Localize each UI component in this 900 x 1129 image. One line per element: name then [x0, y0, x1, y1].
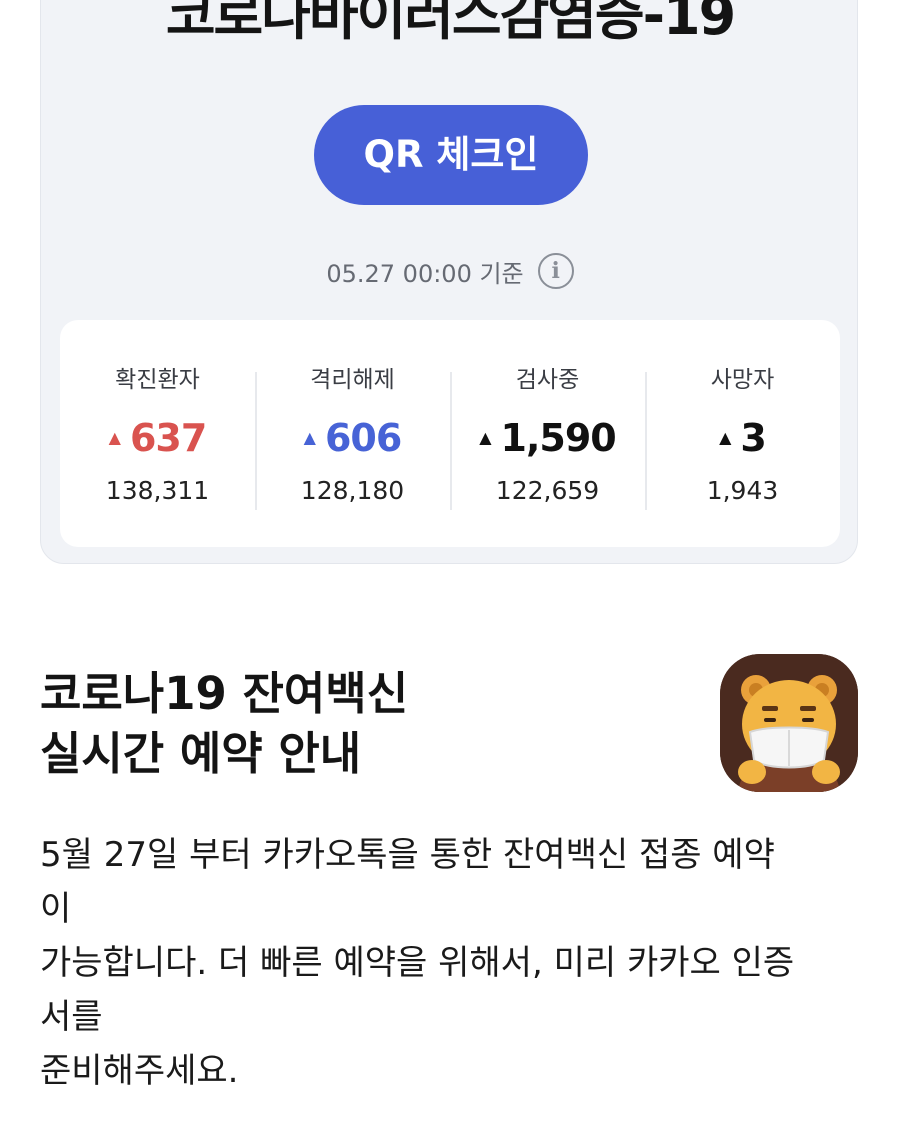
stat-confirmed[interactable]: 확진환자 ▲ 637 138,311: [60, 320, 255, 547]
body-line: 가능합니다. 더 빠른 예약을 위해서, 미리 카카오 인증: [40, 943, 795, 983]
stat-total: 138,311: [105, 476, 210, 505]
stat-released[interactable]: 격리해제 ▲ 606 128,180: [255, 320, 450, 547]
stat-testing[interactable]: 검사중 ▲ 1,590 122,659: [450, 320, 645, 547]
character-illustration: [720, 654, 858, 792]
vaccine-title-line: 코로나19 잔여백신: [40, 667, 409, 720]
up-arrow-icon: ▲: [479, 428, 491, 447]
stat-label: 확진환자: [115, 367, 200, 393]
covid-title: 코로나바이러스감염증-19: [165, 0, 736, 47]
info-icon[interactable]: i: [537, 253, 574, 289]
stat-label: 격리해제: [310, 367, 395, 393]
page: 코로나바이러스감염증-19 QR 체크인 05.27 00:00 기준 i 확진…: [0, 0, 900, 1129]
covid-card: 코로나바이러스감염증-19 QR 체크인 05.27 00:00 기준 i 확진…: [40, 0, 858, 564]
up-arrow-icon: ▲: [719, 428, 731, 447]
up-arrow-icon: ▲: [303, 428, 316, 447]
body-line: 서를: [40, 997, 103, 1037]
stats-panel: 확진환자 ▲ 637 138,311 격리해제 ▲ 606 128,180 검사…: [60, 320, 840, 547]
stat-total: 128,180: [300, 476, 405, 505]
stat-delta: ▲ 1,590: [450, 416, 645, 460]
stat-delta-value: 606: [324, 416, 402, 460]
timestamp-text: 05.27 00:00 기준: [326, 259, 524, 288]
stat-total: 1,943: [706, 476, 779, 505]
stat-delta: ▲ 3: [645, 416, 840, 460]
stat-total: 122,659: [495, 476, 600, 505]
stat-label: 사망자: [710, 367, 775, 393]
stat-delta-value: 3: [740, 416, 766, 460]
stat-deaths[interactable]: 사망자 ▲ 3 1,943: [645, 320, 840, 547]
vaccine-title: 코로나19 잔여백신 실시간 예약 안내: [40, 664, 660, 784]
body-line: 5월 27일 부터 카카오톡을 통한 잔여백신 접종 예약: [40, 835, 775, 875]
qr-checkin-button[interactable]: QR 체크인: [314, 105, 588, 205]
masked-lion-character-icon: [720, 654, 858, 792]
stat-delta-value: 637: [129, 416, 207, 460]
vaccine-body-text: 5월 27일 부터 카카오톡을 통한 잔여백신 접종 예약 이 가능합니다. 더…: [40, 828, 880, 1098]
vaccine-title-line: 실시간 예약 안내: [40, 727, 362, 780]
stat-delta-value: 1,590: [500, 416, 617, 460]
body-line: 준비해주세요.: [40, 1051, 239, 1091]
timestamp-row: 05.27 00:00 기준 i: [41, 251, 859, 291]
stat-label: 검사중: [515, 367, 580, 393]
stat-delta: ▲ 637: [60, 416, 255, 460]
stat-delta: ▲ 606: [255, 416, 450, 460]
up-arrow-icon: ▲: [108, 428, 121, 447]
body-line: 이: [40, 889, 72, 929]
